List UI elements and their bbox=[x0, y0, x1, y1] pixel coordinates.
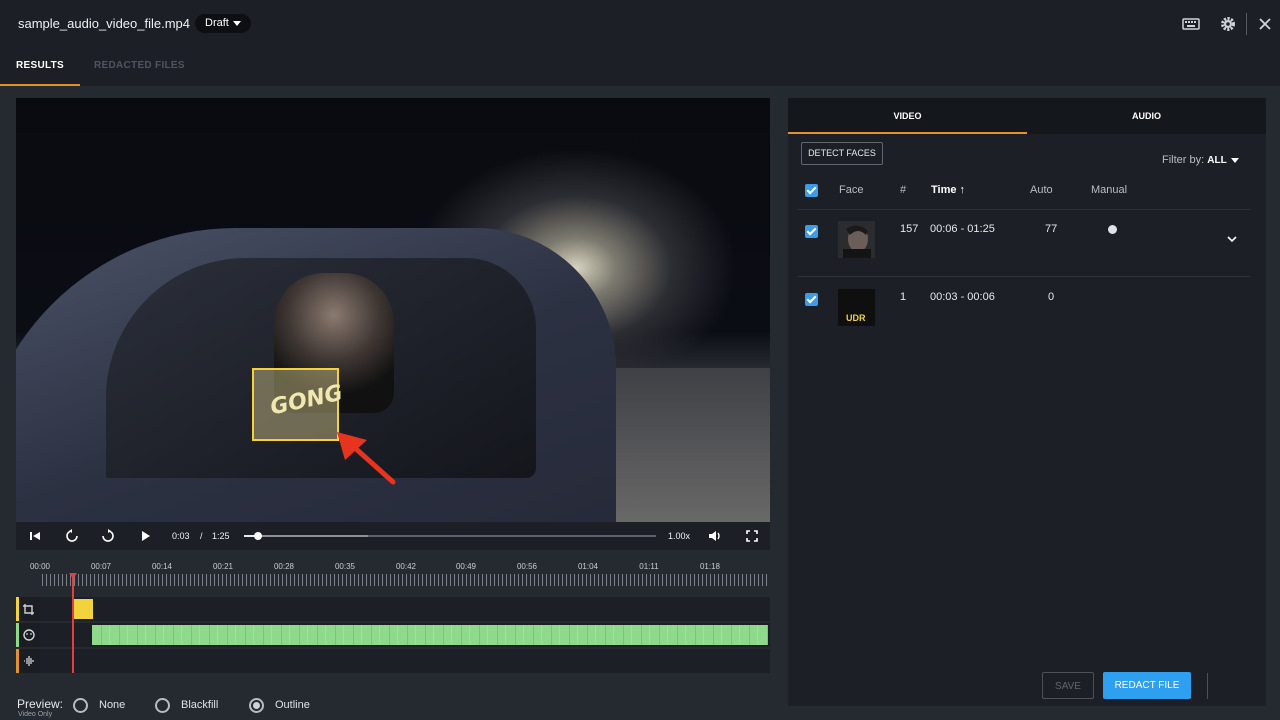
tick-label: 00:14 bbox=[151, 562, 173, 571]
crop-icon bbox=[23, 604, 34, 615]
close-icon[interactable] bbox=[1255, 14, 1275, 34]
row-checkbox[interactable] bbox=[805, 225, 818, 238]
manual-marker-icon bbox=[1108, 225, 1117, 234]
row-time: 00:06 - 01:25 bbox=[930, 223, 995, 235]
select-all-checkbox[interactable] bbox=[805, 184, 818, 197]
timeline-ruler[interactable]: 00:00 00:07 00:14 00:21 00:28 00:35 00:4… bbox=[16, 562, 770, 592]
seek-handle[interactable] bbox=[254, 532, 263, 540]
keyboard-icon[interactable] bbox=[1181, 14, 1201, 34]
column-face: Face bbox=[839, 184, 864, 196]
duration: 1:25 bbox=[212, 531, 230, 541]
preview-blackfill-label[interactable]: Blackfill bbox=[181, 699, 218, 711]
app-header: sample_audio_video_file.mp4 Draft RESULT… bbox=[0, 0, 1280, 86]
status-dropdown[interactable]: Draft bbox=[195, 14, 251, 33]
tick-label: 00:56 bbox=[516, 562, 538, 571]
tick-label: 01:18 bbox=[699, 562, 721, 571]
tab-results[interactable]: RESULTS bbox=[0, 56, 80, 86]
filter-value: ALL bbox=[1207, 155, 1227, 166]
fullscreen-icon[interactable] bbox=[744, 528, 760, 544]
button-divider bbox=[1207, 673, 1208, 699]
tick-label: 00:42 bbox=[395, 562, 417, 571]
column-manual: Manual bbox=[1091, 184, 1128, 196]
chevron-down-icon bbox=[1230, 157, 1239, 163]
face-icon bbox=[23, 629, 35, 641]
player-controls: 0:03 / 1:25 1.00x bbox=[16, 522, 770, 550]
row-divider bbox=[798, 209, 1250, 210]
expand-row-icon[interactable] bbox=[1226, 234, 1238, 244]
play-icon[interactable] bbox=[137, 528, 153, 544]
forward-icon[interactable] bbox=[100, 528, 116, 544]
face-thumbnail[interactable] bbox=[838, 221, 875, 258]
rewind-icon[interactable] bbox=[64, 528, 80, 544]
tick-label: 00:00 bbox=[29, 562, 51, 571]
row-count: 1 bbox=[900, 291, 907, 303]
tick-label: 00:28 bbox=[273, 562, 295, 571]
face-track[interactable] bbox=[16, 623, 770, 647]
save-button[interactable]: SAVE bbox=[1042, 672, 1094, 699]
seek-buffered bbox=[244, 535, 368, 537]
object-track-icon-cell bbox=[16, 597, 40, 621]
object-segment[interactable] bbox=[72, 599, 93, 619]
column-time-label: Time bbox=[931, 184, 957, 196]
preview-outline-radio[interactable] bbox=[249, 698, 264, 713]
tab-audio[interactable]: AUDIO bbox=[1027, 98, 1266, 134]
preview-sublabel: Video Only bbox=[18, 711, 53, 718]
playback-speed[interactable]: 1.00x bbox=[668, 531, 690, 541]
time-separator: / bbox=[200, 531, 203, 541]
redaction-outline-box[interactable]: GONG bbox=[252, 368, 345, 441]
tab-redacted-files[interactable]: REDACTED FILES bbox=[94, 56, 185, 86]
tick-label: 00:07 bbox=[90, 562, 112, 571]
waveform-icon bbox=[24, 656, 34, 666]
preview-none-radio[interactable] bbox=[73, 698, 88, 713]
row-divider bbox=[798, 276, 1250, 277]
row-auto: 0 bbox=[1048, 291, 1055, 303]
object-track[interactable] bbox=[16, 597, 770, 621]
detect-faces-button[interactable]: DETECT FACES bbox=[801, 142, 883, 165]
header-divider bbox=[1246, 13, 1247, 35]
timeline-playhead[interactable] bbox=[69, 573, 77, 673]
status-label: Draft bbox=[205, 17, 229, 29]
file-name: sample_audio_video_file.mp4 bbox=[18, 16, 191, 31]
filter-dropdown[interactable]: Filter by: ALL bbox=[1162, 154, 1239, 166]
redaction-box-label: GONG bbox=[268, 380, 346, 421]
preview-blackfill-radio[interactable] bbox=[155, 698, 170, 713]
sort-ascending-icon: ↑ bbox=[959, 184, 966, 196]
seek-bar[interactable] bbox=[244, 532, 656, 540]
audio-track-icon-cell bbox=[16, 649, 40, 673]
face-track-icon-cell bbox=[16, 623, 40, 647]
thumbnail-text: UDR bbox=[846, 313, 866, 323]
preview-label: Preview: bbox=[17, 697, 64, 711]
volume-icon[interactable] bbox=[707, 528, 723, 544]
preview-outline-label[interactable]: Outline bbox=[275, 699, 310, 711]
column-count: # bbox=[900, 184, 907, 196]
audio-track[interactable] bbox=[16, 649, 770, 673]
tick-label: 00:35 bbox=[334, 562, 356, 571]
skip-start-icon[interactable] bbox=[27, 528, 43, 544]
tab-video[interactable]: VIDEO bbox=[788, 98, 1027, 134]
arrow-annotation-icon bbox=[337, 432, 396, 485]
redact-file-button[interactable]: REDACT FILE bbox=[1103, 672, 1191, 699]
filter-label: Filter by: bbox=[1162, 154, 1205, 166]
video-preview[interactable]: GONG bbox=[16, 98, 770, 522]
row-time: 00:03 - 00:06 bbox=[930, 291, 995, 303]
tick-label: 00:49 bbox=[455, 562, 477, 571]
row-checkbox[interactable] bbox=[805, 293, 818, 306]
tick-label: 00:21 bbox=[212, 562, 234, 571]
detections-panel: VIDEO AUDIO DETECT FACES Filter by: ALL … bbox=[788, 98, 1266, 706]
row-auto: 77 bbox=[1045, 223, 1058, 235]
chevron-down-icon bbox=[232, 20, 241, 26]
column-time[interactable]: Time ↑ bbox=[931, 184, 965, 196]
face-thumbnail[interactable]: UDR bbox=[838, 289, 875, 326]
tick-label: 01:04 bbox=[577, 562, 599, 571]
face-segment[interactable] bbox=[92, 625, 768, 645]
timeline-ticks bbox=[42, 574, 768, 586]
column-auto: Auto bbox=[1030, 184, 1053, 196]
row-count: 157 bbox=[900, 223, 919, 235]
current-time: 0:03 bbox=[172, 531, 190, 541]
tick-label: 01:11 bbox=[639, 562, 659, 571]
preview-none-label[interactable]: None bbox=[99, 699, 125, 711]
gear-icon[interactable] bbox=[1218, 14, 1238, 34]
